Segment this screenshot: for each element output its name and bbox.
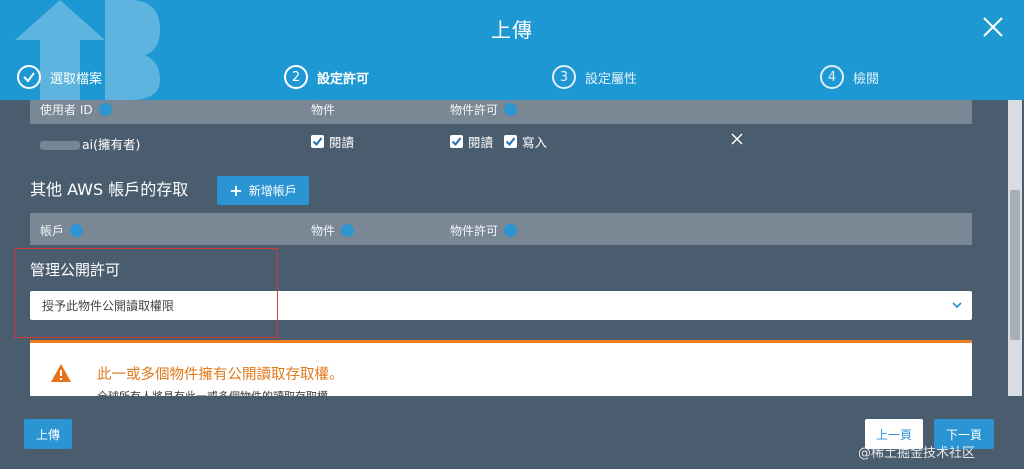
other-accounts-title: 其他 AWS 帳戶的存取 — [30, 180, 189, 199]
info-icon[interactable] — [504, 103, 518, 116]
modal-title: 上傳 — [491, 18, 533, 42]
info-icon[interactable] — [341, 224, 355, 237]
step-label: 設定屬性 — [585, 71, 638, 87]
warning-icon — [50, 363, 72, 383]
close-icon[interactable] — [980, 14, 1006, 40]
step-review[interactable]: 4 檢閱 — [820, 62, 879, 92]
step-label: 選取檔案 — [50, 71, 103, 87]
warning-title: 此一或多個物件擁有公開讀取存取權。 — [97, 367, 344, 383]
accounts-table-header: 帳戶 物件 物件許可 — [30, 213, 972, 245]
step-set-permissions[interactable]: 2 設定許可 — [284, 62, 369, 92]
info-icon[interactable] — [98, 103, 112, 116]
modal-header: 上傳 選取檔案 2 設定許可 3 設定屬性 4 檢閱 — [0, 0, 1024, 100]
checkmark-icon — [17, 65, 41, 89]
col-object-permissions: 物件許可 — [450, 101, 518, 118]
step-number: 4 — [820, 65, 844, 89]
perm-write-checkbox[interactable]: 寫入 — [504, 132, 547, 151]
col-account: 帳戶 — [40, 222, 84, 239]
step-number: 2 — [284, 65, 308, 89]
checkbox-checked-icon — [311, 135, 324, 148]
public-access-warning: 此一或多個物件擁有公開讀取存取權。 全球所有人將具有此一或多個物件的讀取存取權。 — [30, 340, 972, 396]
permissions-panel: 使用者 ID 物件 物件許可 ai(擁有者) 閱讀 閱讀 寫入 其他 AWS 帳… — [14, 100, 1006, 396]
upload-button[interactable]: 上傳 — [24, 419, 72, 449]
step-number: 3 — [552, 65, 576, 89]
source-watermark: @稀土掘金技术社区 — [858, 446, 976, 461]
col-objects: 物件 — [311, 222, 355, 239]
public-permissions-title: 管理公開許可 — [30, 261, 121, 279]
chevron-down-icon — [950, 298, 964, 312]
step-label: 設定許可 — [317, 71, 370, 87]
info-icon[interactable] — [70, 224, 84, 237]
add-account-button[interactable]: + 新增帳戶 — [217, 176, 309, 205]
checkbox-checked-icon — [504, 135, 517, 148]
col-object-permissions: 物件許可 — [450, 222, 518, 239]
remove-x-icon[interactable] — [730, 132, 744, 149]
perm-read-checkbox[interactable]: 閱讀 — [450, 132, 493, 151]
plus-icon: + — [229, 180, 243, 200]
info-icon[interactable] — [504, 224, 518, 237]
objects-read-checkbox[interactable]: 閱讀 — [311, 132, 354, 151]
step-select-files[interactable]: 選取檔案 — [17, 62, 102, 92]
step-set-properties[interactable]: 3 設定屬性 — [552, 62, 637, 92]
owner-table-header: 使用者 ID 物件 物件許可 — [30, 100, 972, 124]
redacted-user-id — [40, 141, 80, 150]
checkbox-checked-icon — [450, 135, 463, 148]
wizard-steps: 選取檔案 2 設定許可 3 設定屬性 4 檢閱 — [0, 62, 1024, 92]
table-row: ai(擁有者) 閱讀 閱讀 寫入 — [30, 124, 972, 158]
col-user-id: 使用者 ID — [40, 101, 112, 118]
scrollbar-thumb[interactable] — [1010, 190, 1020, 340]
public-permissions-select[interactable]: 授予此物件公開讀取權限 — [30, 291, 972, 320]
warning-subtitle: 全球所有人將具有此一或多個物件的讀取存取權。 — [97, 388, 339, 396]
owner-user-id: ai(擁有者) — [40, 134, 140, 153]
col-objects: 物件 — [311, 103, 336, 117]
step-label: 檢閱 — [853, 71, 880, 87]
